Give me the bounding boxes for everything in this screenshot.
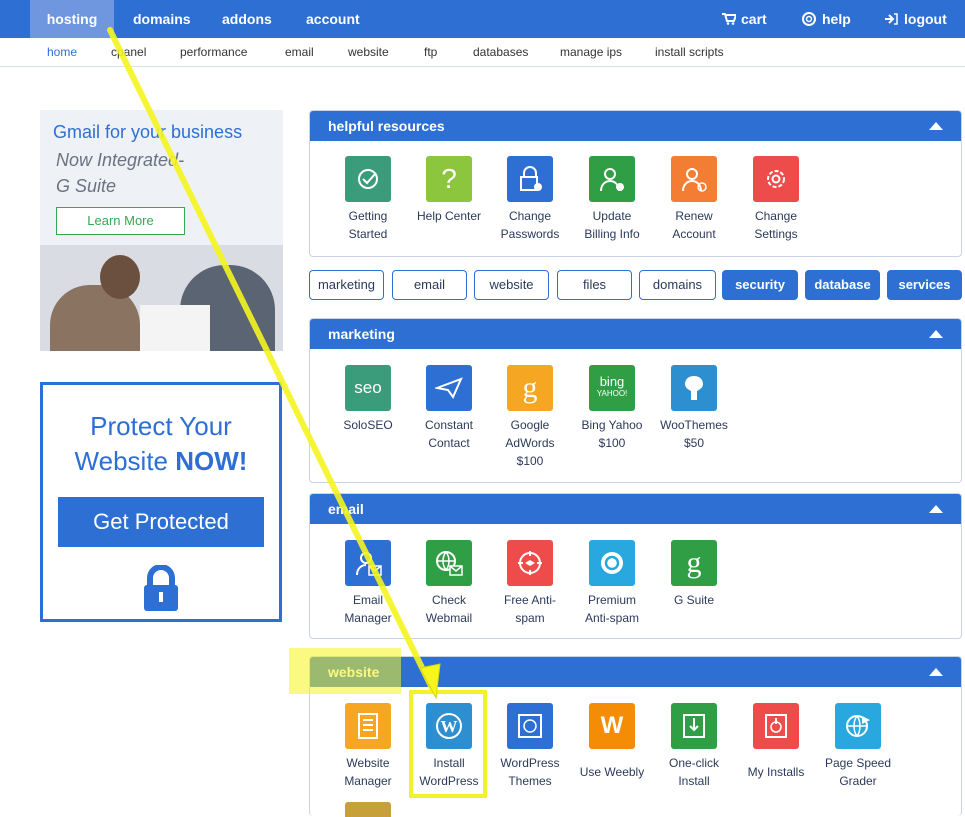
- annotation-arrow: [107, 27, 441, 700]
